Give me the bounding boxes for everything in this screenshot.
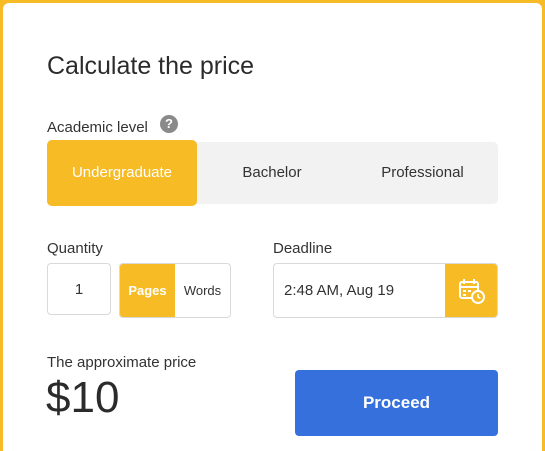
unit-option-pages[interactable]: Pages	[120, 264, 175, 317]
proceed-button[interactable]: Proceed	[295, 370, 498, 436]
question-icon[interactable]: ?	[160, 115, 178, 133]
deadline-field[interactable]: 2:48 AM, Aug 19	[273, 263, 498, 318]
calendar-clock-icon	[459, 279, 485, 304]
deadline-label: Deadline	[273, 240, 333, 257]
level-option-undergraduate[interactable]: Undergraduate	[47, 140, 197, 206]
unit-option-words[interactable]: Words	[175, 264, 230, 317]
quantity-unit-selector: Pages Words	[119, 263, 231, 318]
academic-level-label: Academic level	[47, 119, 148, 136]
price-value: $10	[46, 373, 120, 422]
price-calculator-card: Calculate the price Academic level ? Und…	[3, 3, 542, 451]
quantity-input[interactable]: 1	[47, 263, 111, 315]
calculator-title: Calculate the price	[47, 52, 255, 80]
level-option-bachelor[interactable]: Bachelor	[197, 142, 347, 204]
academic-level-selector: Undergraduate Bachelor Professional	[47, 140, 498, 206]
approximate-price-label: The approximate price	[47, 354, 197, 371]
calendar-button[interactable]	[445, 264, 497, 317]
deadline-value[interactable]: 2:48 AM, Aug 19	[284, 264, 394, 317]
level-option-professional[interactable]: Professional	[347, 142, 498, 204]
quantity-label: Quantity	[47, 240, 103, 257]
